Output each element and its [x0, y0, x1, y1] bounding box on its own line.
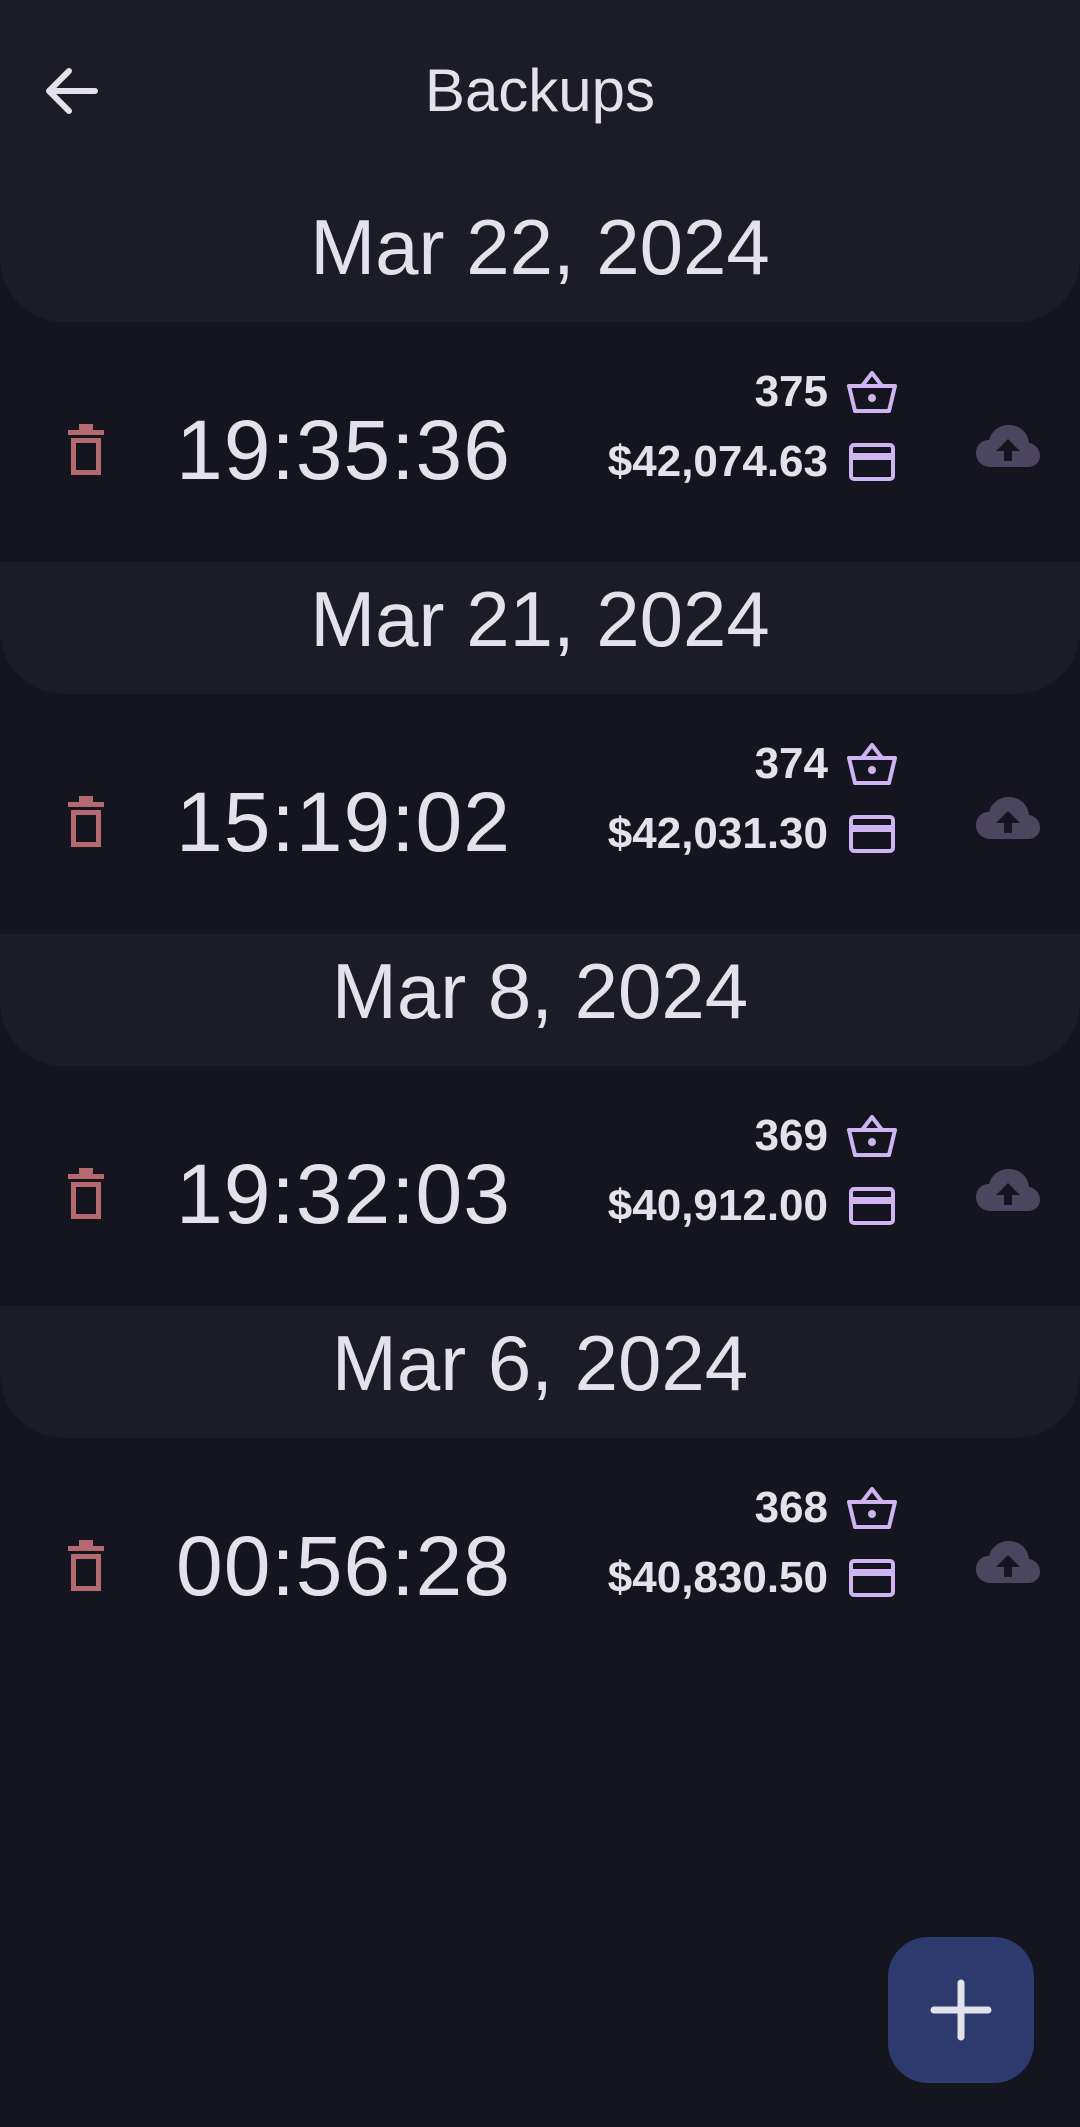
backup-time: 19:35:36: [176, 403, 511, 497]
delete-button[interactable]: [50, 414, 122, 486]
date-header: Mar 6, 2024: [0, 1306, 1080, 1438]
date-label: Mar 8, 2024: [331, 947, 749, 1035]
backup-time: 15:19:02: [176, 775, 511, 869]
backup-total: $40,830.50: [607, 1553, 828, 1602]
basket-icon: [844, 1108, 900, 1164]
upload-button[interactable]: [966, 404, 1050, 488]
date-label: Mar 21, 2024: [310, 575, 770, 663]
backup-row[interactable]: 00:56:28 368 $40,830.50: [0, 1440, 1080, 1678]
backup-item-count: 369: [754, 1111, 828, 1160]
backup-row[interactable]: 19:32:03 369 $40,912.00: [0, 1068, 1080, 1306]
basket-icon: [844, 1480, 900, 1536]
trash-icon: [68, 1168, 104, 1219]
credit-card-icon: [844, 1178, 900, 1234]
backup-total: $42,031.30: [607, 809, 828, 858]
upload-button[interactable]: [966, 1520, 1050, 1604]
date-header: Mar 22, 2024: [0, 0, 1080, 322]
upload-button[interactable]: [966, 1148, 1050, 1232]
backup-item-count: 368: [754, 1483, 828, 1532]
cloud-upload-icon: [976, 1169, 1040, 1211]
delete-button[interactable]: [50, 1158, 122, 1230]
backup-time: 19:32:03: [176, 1147, 511, 1241]
backup-total: $42,074.63: [607, 437, 828, 486]
delete-button[interactable]: [50, 1530, 122, 1602]
backup-group: Mar 8, 2024 19:32:03 369 $40,912.00: [0, 934, 1080, 1306]
backup-row[interactable]: 19:35:36 375 $42,074.63: [0, 324, 1080, 562]
trash-icon: [68, 424, 104, 475]
date-label: Mar 22, 2024: [310, 203, 770, 291]
upload-button[interactable]: [966, 776, 1050, 860]
basket-icon: [844, 364, 900, 420]
cloud-upload-icon: [976, 1541, 1040, 1583]
backup-time: 00:56:28: [176, 1519, 511, 1613]
date-label: Mar 6, 2024: [331, 1319, 749, 1407]
trash-icon: [68, 796, 104, 847]
backup-row[interactable]: 15:19:02 374 $42,031.30: [0, 696, 1080, 934]
basket-icon: [844, 736, 900, 792]
page-title: Backups: [424, 57, 656, 124]
backup-item-count: 374: [754, 739, 828, 788]
backup-item-count: 375: [754, 367, 828, 416]
cloud-upload-icon: [976, 797, 1040, 839]
date-header: Mar 8, 2024: [0, 934, 1080, 1066]
date-header: Mar 21, 2024: [0, 562, 1080, 694]
credit-card-icon: [844, 806, 900, 862]
plus-icon: [930, 1979, 992, 2041]
backup-group: Mar 21, 2024 15:19:02 374 $42,031.30: [0, 562, 1080, 934]
credit-card-icon: [844, 1550, 900, 1606]
backup-group: Mar 6, 2024 00:56:28 368 $40,830.50: [0, 1306, 1080, 1678]
add-backup-button[interactable]: [888, 1937, 1034, 2083]
cloud-upload-icon: [976, 425, 1040, 467]
backup-list: Mar 22, 2024 19:35:36 375 $42,074.63 Mar…: [0, 0, 1080, 1678]
trash-icon: [68, 1540, 104, 1591]
backup-total: $40,912.00: [607, 1181, 828, 1230]
delete-button[interactable]: [50, 786, 122, 858]
credit-card-icon: [844, 434, 900, 490]
